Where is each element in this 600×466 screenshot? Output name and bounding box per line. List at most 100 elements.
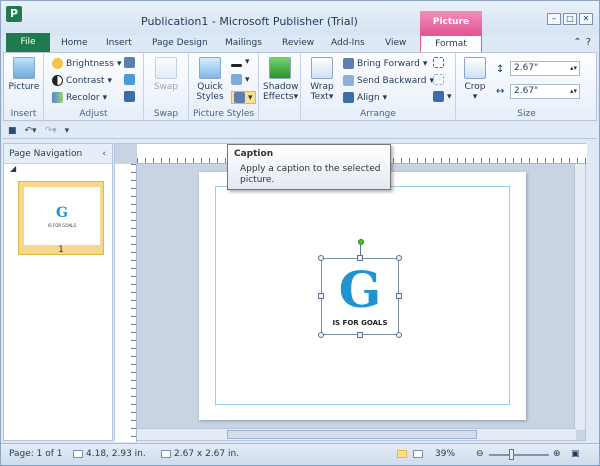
vertical-ruler[interactable] — [115, 164, 137, 442]
caption-button[interactable]: ▾ — [231, 91, 256, 104]
help-icon[interactable]: ? — [586, 37, 591, 48]
shape-height-icon: ↕ — [496, 64, 505, 75]
brightness-button[interactable]: Brightness ▾ — [52, 58, 121, 69]
maximize-icon[interactable]: □ — [563, 13, 577, 25]
window-title: Publication1 - Microsoft Publisher (Tria… — [141, 15, 358, 28]
collapse-ribbon-icon[interactable]: ⌃ — [573, 37, 581, 48]
send-backward-icon — [343, 75, 354, 86]
tab-review[interactable]: Review — [282, 35, 314, 52]
save-icon[interactable]: ■ — [8, 126, 17, 136]
resize-handle-top-left[interactable] — [318, 255, 324, 261]
page-thumbnail[interactable]: G IS FOR GOALS 1 — [18, 181, 104, 255]
resize-handle-bottom-right[interactable] — [396, 332, 402, 338]
customize-qat-icon[interactable]: ▾ — [65, 126, 70, 136]
horizontal-scrollbar[interactable] — [137, 428, 576, 440]
tab-file[interactable]: File — [6, 33, 50, 52]
tab-view[interactable]: View — [385, 35, 406, 52]
picture-styles-group-label: Picture Styles — [192, 109, 255, 119]
zoom-slider[interactable] — [489, 454, 549, 456]
tooltip-body: Apply a caption to the selected picture. — [240, 164, 381, 185]
align-icon — [343, 92, 354, 103]
ribbon-tabs: File Home Insert Page Design Mailings Re… — [1, 33, 599, 52]
object-size-status[interactable]: 2.67 x 2.67 in. — [161, 449, 239, 459]
group-icon[interactable] — [433, 57, 444, 68]
resize-handle-bottom[interactable] — [357, 332, 363, 338]
size-group: Crop▾ ↕ 2.67" ↔ 2.67" Size — [456, 53, 597, 121]
rotation-handle[interactable] — [358, 239, 364, 245]
contrast-button[interactable]: Contrast ▾ — [52, 75, 112, 86]
picture-button[interactable]: Picture — [8, 57, 40, 92]
width-field[interactable]: 2.67" — [510, 84, 580, 99]
zoom-in-icon[interactable]: ⊕ — [553, 449, 561, 459]
thumbnail-preview: G IS FOR GOALS — [24, 187, 100, 245]
align-button[interactable]: Align ▾ — [343, 92, 387, 103]
quick-access-toolbar: ■ ↶▾ ↷▾ ▾ — [3, 123, 597, 139]
contrast-icon — [52, 75, 63, 86]
resize-handle-top[interactable] — [357, 255, 363, 261]
redo-icon[interactable]: ↷▾ — [45, 126, 57, 136]
wrap-text-button[interactable]: Wrap Text▾ — [305, 57, 339, 102]
crop-button[interactable]: Crop ▾ — [460, 57, 490, 102]
fit-page-icon[interactable]: ▣ — [571, 449, 580, 459]
vertical-scrollbar[interactable] — [574, 164, 585, 430]
compress-pictures-icon[interactable] — [124, 57, 135, 68]
adjust-group-label: Adjust — [79, 109, 108, 119]
height-field[interactable]: 2.67" — [510, 61, 580, 76]
selected-picture[interactable]: G IS FOR GOALS — [318, 239, 402, 338]
two-page-view-icon[interactable] — [413, 449, 426, 459]
tab-add-ins[interactable]: Add-Ins — [331, 35, 365, 52]
tab-mailings[interactable]: Mailings — [225, 35, 262, 52]
size-icon — [161, 449, 171, 458]
thumbnail-caption: IS FOR GOALS — [47, 223, 77, 228]
undo-icon[interactable]: ↶▾ — [25, 126, 37, 136]
help-area: ⌃ ? — [573, 37, 591, 48]
publication-page[interactable]: G IS FOR GOALS — [199, 172, 526, 420]
tab-format[interactable]: Format — [420, 35, 482, 52]
title-bar: P Publication1 - Microsoft Publisher (Tr… — [1, 1, 599, 49]
arrange-group: Wrap Text▾ Bring Forward ▾ Send Backward ▾… — [301, 53, 456, 121]
ungroup-icon[interactable] — [433, 74, 444, 85]
object-position-status[interactable]: 4.18, 2.93 in. — [73, 449, 146, 459]
shadow-icon — [269, 57, 291, 79]
quick-styles-button[interactable]: Quick Styles — [193, 57, 227, 102]
recolor-button[interactable]: Recolor ▾ — [52, 92, 107, 103]
expand-pages-icon[interactable]: ◢ — [4, 164, 112, 176]
swap-icon — [155, 57, 177, 79]
zoom-level[interactable]: 39% — [435, 449, 455, 459]
rotate-icon[interactable]: ▾ — [433, 91, 452, 102]
resize-handle-top-right[interactable] — [396, 255, 402, 261]
swap-group: Swap Swap — [144, 53, 189, 121]
caption-icon — [234, 92, 245, 103]
reset-picture-icon[interactable] — [124, 74, 135, 85]
ribbon: Picture Insert Brightness ▾ Contrast ▾ Rec… — [3, 52, 597, 121]
page-count-status[interactable]: Page: 1 of 1 — [9, 449, 63, 459]
tab-insert[interactable]: Insert — [106, 35, 132, 52]
resize-handle-bottom-left[interactable] — [318, 332, 324, 338]
picture-border-icon[interactable]: ▾ — [231, 57, 250, 67]
adjust-group: Brightness ▾ Contrast ▾ Recolor ▾ Adjust — [44, 53, 144, 121]
single-page-view-icon[interactable] — [397, 449, 410, 459]
bring-forward-button[interactable]: Bring Forward ▾ — [343, 58, 427, 69]
horizontal-scroll-thumb[interactable] — [227, 430, 477, 439]
shadow-effects-button[interactable]: Shadow Effects▾ — [263, 57, 299, 102]
collapse-pane-icon[interactable]: ‹ — [102, 144, 106, 164]
recolor-icon — [52, 92, 63, 103]
change-picture-icon[interactable] — [124, 91, 135, 102]
resize-handle-right[interactable] — [396, 293, 402, 299]
resize-handle-left[interactable] — [318, 293, 324, 299]
goals-logo-caption: IS FOR GOALS — [332, 319, 388, 327]
zoom-slider-thumb[interactable] — [509, 449, 514, 460]
quick-styles-icon — [199, 57, 221, 79]
tab-page-design[interactable]: Page Design — [152, 35, 208, 52]
change-shape-icon[interactable]: ▾ — [231, 74, 250, 85]
minimize-icon[interactable]: – — [547, 13, 561, 25]
position-icon — [73, 449, 83, 458]
zoom-out-icon[interactable]: ⊖ — [476, 449, 484, 459]
swap-button[interactable]: Swap — [150, 57, 182, 92]
swap-group-label: Swap — [153, 109, 179, 119]
send-backward-button[interactable]: Send Backward ▾ — [343, 75, 434, 86]
crop-icon — [464, 57, 486, 79]
publisher-app-icon[interactable]: P — [6, 6, 22, 22]
tab-home[interactable]: Home — [61, 35, 88, 52]
close-icon[interactable]: ✕ — [579, 13, 593, 25]
